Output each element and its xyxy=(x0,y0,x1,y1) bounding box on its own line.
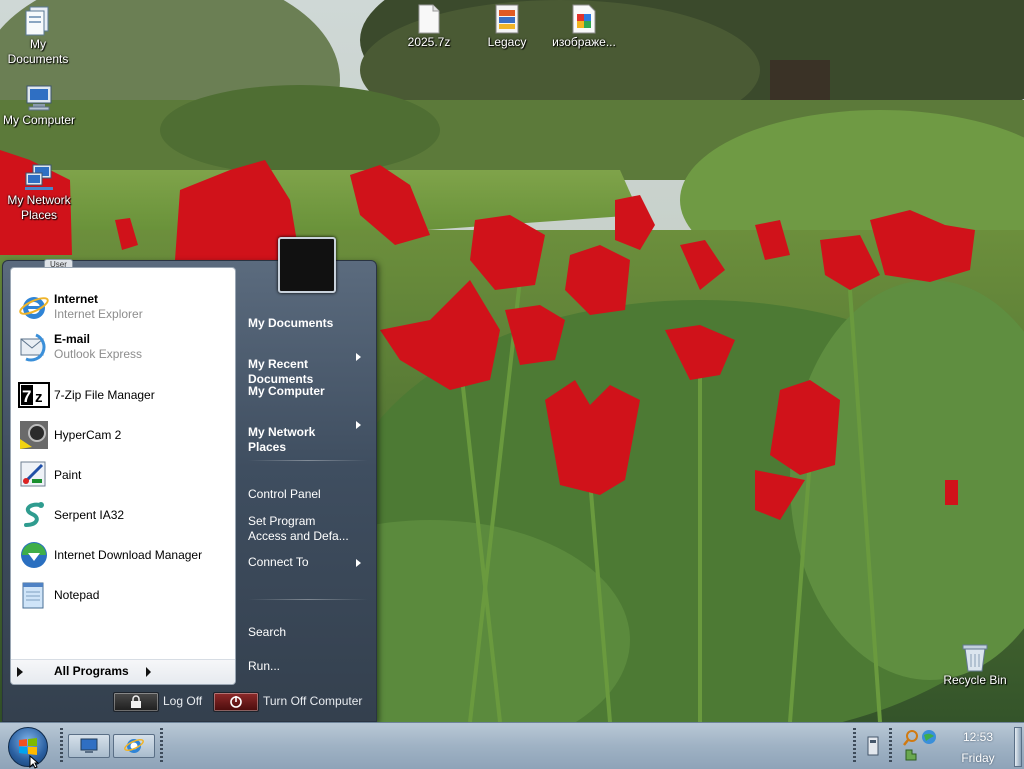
start-menu-programs-pane: Internet Internet Explorer E-mail Outloo… xyxy=(10,267,236,685)
outlook-express-icon xyxy=(20,333,46,362)
pinned-item-subtitle: Internet Explorer xyxy=(54,307,143,321)
desktop-icon-label: Recycle Bin xyxy=(943,673,1007,687)
quick-launch-show-desktop[interactable] xyxy=(68,734,110,758)
desktop-icon-recycle-bin[interactable]: Recycle Bin xyxy=(937,642,1013,688)
menu-item-my-documents[interactable]: My Documents xyxy=(248,316,333,331)
desktop-icon-label: My Computer xyxy=(2,113,76,127)
desktop-icon-label: изображе... xyxy=(552,35,616,49)
search-tray-icon[interactable] xyxy=(902,729,920,747)
toolbar-grip[interactable] xyxy=(60,728,63,762)
pinned-item-email[interactable]: E-mail Outlook Express xyxy=(18,330,230,364)
program-item-serpent[interactable]: Serpent IA32 xyxy=(18,498,230,532)
taskbar-clock[interactable]: 12:53 Friday xyxy=(945,727,1011,769)
menu-item-search[interactable]: Search xyxy=(248,625,286,640)
program-item-label: Serpent IA32 xyxy=(54,508,125,522)
turn-off-computer-button[interactable] xyxy=(213,692,259,712)
svg-text:z: z xyxy=(35,389,43,406)
network-globe-icon[interactable] xyxy=(921,729,937,745)
program-item-label: 7-Zip File Manager xyxy=(54,388,155,402)
pinned-item-subtitle: Outlook Express xyxy=(54,347,143,361)
program-item-label: Internet Download Manager xyxy=(54,548,203,562)
menu-item-control-panel[interactable]: Control Panel xyxy=(248,487,321,502)
program-item-paint[interactable]: Paint xyxy=(18,458,230,492)
turn-off-label[interactable]: Turn Off Computer xyxy=(263,694,362,708)
windows-logo-icon xyxy=(19,738,37,755)
menu-item-label: Connect To xyxy=(248,555,309,569)
menu-item-my-computer[interactable]: My Computer xyxy=(248,384,325,399)
desktop-icon-image-file[interactable]: изображе... xyxy=(546,4,622,50)
desktop-icon-label: My Documents xyxy=(7,37,69,66)
start-button[interactable] xyxy=(8,727,48,767)
clock-time: 12:53 xyxy=(962,730,994,744)
recycle-bin-icon xyxy=(962,644,988,672)
hypercam-icon xyxy=(20,421,48,449)
user-picture[interactable] xyxy=(278,237,336,293)
submenu-arrow-icon xyxy=(356,421,361,429)
start-menu: User Internet Internet Explorer E-mail O… xyxy=(2,237,377,722)
taskbar: 12:53 Friday xyxy=(0,722,1024,769)
internet-explorer-icon xyxy=(124,738,144,753)
paint-icon xyxy=(20,461,46,487)
desktop-icon-label: My Network Places xyxy=(7,193,71,222)
lock-icon xyxy=(131,695,141,708)
menu-item-label: My Recent Documents xyxy=(248,357,314,386)
show-desktop-icon xyxy=(80,738,98,753)
submenu-arrow-icon xyxy=(356,559,361,567)
notepad-icon xyxy=(22,582,44,609)
desktop-icon-my-documents[interactable]: My Documents xyxy=(0,4,76,67)
network-icon xyxy=(25,164,53,190)
pinned-item-title: Internet xyxy=(54,292,99,306)
menu-separator xyxy=(248,599,368,600)
program-item-idm[interactable]: Internet Download Manager xyxy=(18,538,230,572)
power-icon xyxy=(230,696,242,708)
program-item-hypercam[interactable]: HyperCam 2 xyxy=(18,418,230,452)
program-item-7zip[interactable]: 7 z 7-Zip File Manager xyxy=(18,378,230,412)
triangle-right-icon xyxy=(17,667,23,677)
menu-separator xyxy=(248,460,368,461)
show-desktop-edge[interactable] xyxy=(1014,727,1022,767)
image-file-icon xyxy=(572,4,596,34)
file-icon xyxy=(418,4,440,34)
arrow-right-icon xyxy=(146,667,151,677)
desktop-icon-label: 2025.7z xyxy=(407,35,451,49)
pinned-item-title: E-mail xyxy=(54,332,91,346)
program-item-label: Notepad xyxy=(54,588,100,602)
desktop-icon-label: Legacy xyxy=(487,35,527,49)
serpent-icon xyxy=(24,502,44,527)
idm-icon xyxy=(21,542,47,568)
svg-text:7: 7 xyxy=(22,387,31,406)
program-item-label: HyperCam 2 xyxy=(54,428,122,442)
all-programs-label: All Programs xyxy=(54,664,129,678)
desktop-icon-my-computer[interactable]: My Computer xyxy=(1,84,77,128)
all-programs-button[interactable]: All Programs xyxy=(11,659,235,684)
menu-item-my-network-places[interactable]: My Network Places xyxy=(248,410,368,470)
pinned-item-internet[interactable]: Internet Internet Explorer xyxy=(18,290,230,324)
program-item-notepad[interactable]: Notepad xyxy=(18,578,230,612)
quick-launch-internet-explorer[interactable] xyxy=(113,734,155,758)
my-computer-icon xyxy=(26,85,52,111)
menu-item-label: My Network Places xyxy=(248,425,316,454)
tray-grip[interactable] xyxy=(853,728,856,762)
menu-item-run[interactable]: Run... xyxy=(248,659,280,674)
log-off-label[interactable]: Log Off xyxy=(163,694,202,708)
submenu-arrow-icon xyxy=(356,353,361,361)
log-off-button[interactable] xyxy=(113,692,159,712)
mouse-cursor-icon xyxy=(29,755,39,769)
my-documents-icon xyxy=(25,6,49,36)
7zip-icon: 7 z xyxy=(18,382,50,408)
safely-remove-hardware-icon[interactable] xyxy=(903,747,919,763)
desktop-icon-my-network-places[interactable]: My Network Places xyxy=(1,164,77,223)
tray-grip[interactable] xyxy=(889,728,892,762)
internet-explorer-icon xyxy=(19,297,49,319)
menu-item-connect-to[interactable]: Connect To xyxy=(248,555,368,570)
toolbar-grip[interactable] xyxy=(160,728,163,762)
clock-day: Friday xyxy=(961,751,995,765)
archive-icon xyxy=(495,4,519,34)
menu-item-set-program-access[interactable]: Set Program Access and Defa... xyxy=(248,514,349,544)
desktop-icon-legacy[interactable]: Legacy xyxy=(469,4,545,50)
desktop-icon-2025-7z[interactable]: 2025.7z xyxy=(391,4,467,50)
usb-device-icon[interactable] xyxy=(864,735,882,757)
program-item-label: Paint xyxy=(54,468,82,482)
